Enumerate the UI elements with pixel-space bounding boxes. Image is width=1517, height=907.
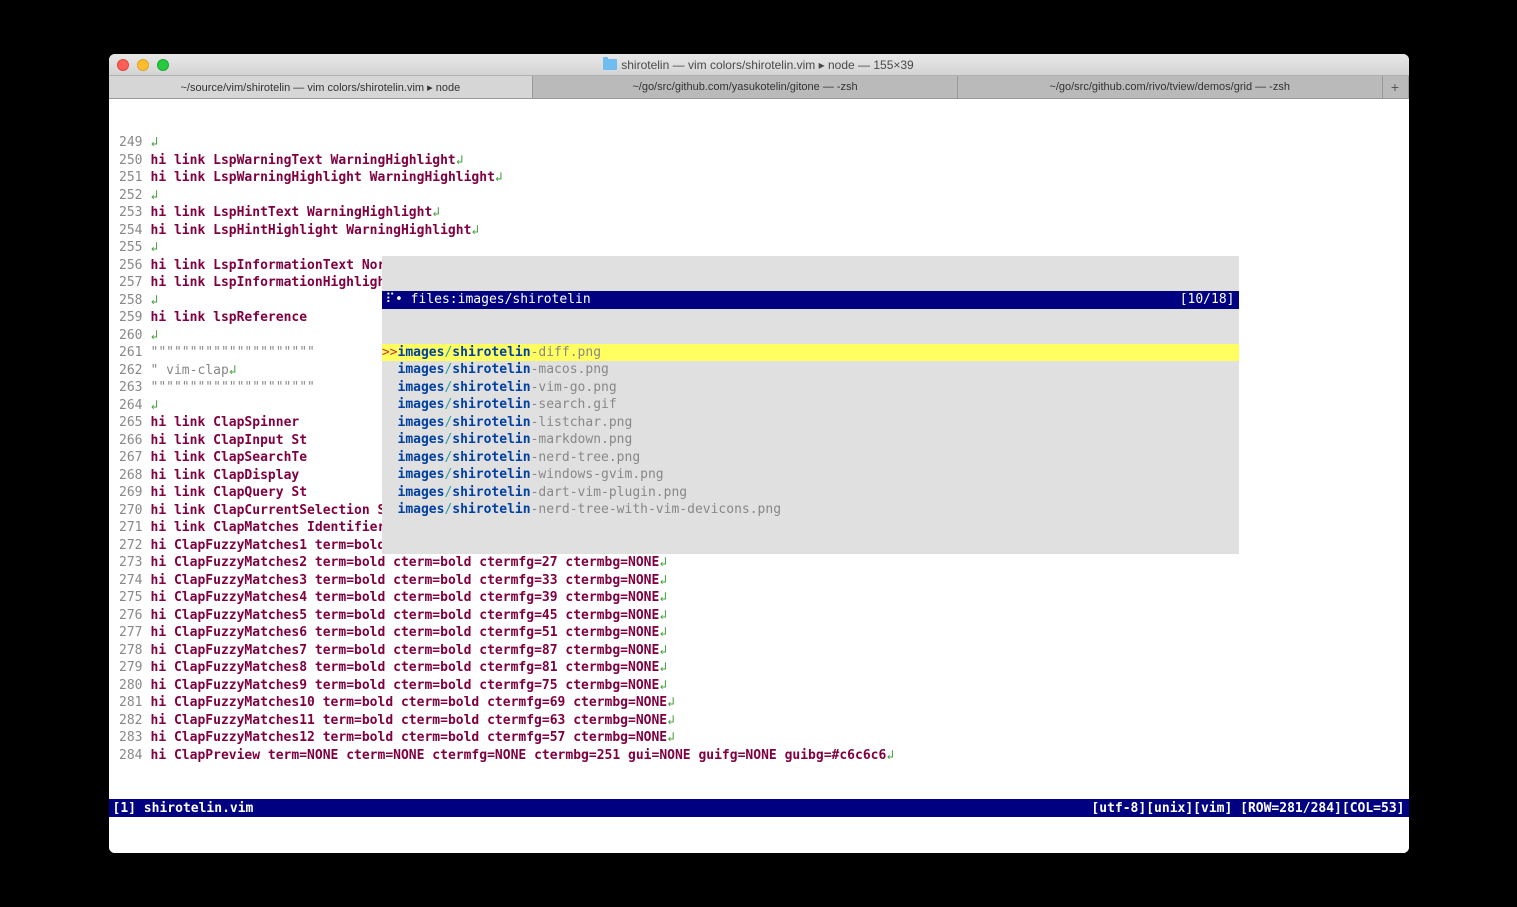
popup-item[interactable]: images/shirotelin-nerd-tree-with-vim-dev… [382, 501, 1239, 519]
code-line: 279hi ClapFuzzyMatches8 term=bold cterm=… [109, 659, 1409, 677]
popup-item[interactable]: images/shirotelin-markdown.png [382, 431, 1239, 449]
code-line: 281hi ClapFuzzyMatches10 term=bold cterm… [109, 694, 1409, 712]
popup-prompt: ⠏• files:images/shirotelin [386, 291, 1180, 309]
status-bar: [1] shirotelin.vim [utf-8][unix][vim] [R… [109, 799, 1409, 817]
code-line: 274hi ClapFuzzyMatches3 term=bold cterm=… [109, 572, 1409, 590]
popup-item[interactable]: images/shirotelin-listchar.png [382, 414, 1239, 432]
popup-item[interactable]: images/shirotelin-search.gif [382, 396, 1239, 414]
code-line: 249↲ [109, 134, 1409, 152]
code-line: 250hi link LspWarningText WarningHighlig… [109, 152, 1409, 170]
code-line: 284hi ClapPreview term=NONE cterm=NONE c… [109, 747, 1409, 765]
popup-item[interactable]: images/shirotelin-nerd-tree.png [382, 449, 1239, 467]
popup-item[interactable]: images/shirotelin-vim-go.png [382, 379, 1239, 397]
window-title-text: shirotelin — vim colors/shirotelin.vim ▸… [621, 58, 913, 72]
popup-item[interactable]: images/shirotelin-macos.png [382, 361, 1239, 379]
code-line: 275hi ClapFuzzyMatches4 term=bold cterm=… [109, 589, 1409, 607]
popup-header: ⠏• files:images/shirotelin [10/18] [382, 291, 1239, 309]
code-line: 253hi link LspHintText WarningHighlight↲ [109, 204, 1409, 222]
tab-bar: ~/source/vim/shirotelin — vim colors/shi… [109, 76, 1409, 99]
status-position: [utf-8][unix][vim] [ROW=281/284][COL=53] [1091, 801, 1404, 816]
code-line: 273hi ClapFuzzyMatches2 term=bold cterm=… [109, 554, 1409, 572]
fuzzy-finder-popup[interactable]: ⠏• files:images/shirotelin [10/18] >>ima… [382, 256, 1239, 554]
code-line: 254hi link LspHintHighlight WarningHighl… [109, 222, 1409, 240]
code-line: 280hi ClapFuzzyMatches9 term=bold cterm=… [109, 677, 1409, 695]
window-title: shirotelin — vim colors/shirotelin.vim ▸… [109, 58, 1409, 72]
popup-item[interactable]: images/shirotelin-windows-gvim.png [382, 466, 1239, 484]
code-line: 276hi ClapFuzzyMatches5 term=bold cterm=… [109, 607, 1409, 625]
popup-list[interactable]: >>images/shirotelin-diff.pngimages/shiro… [382, 344, 1239, 519]
popup-item[interactable]: images/shirotelin-dart-vim-plugin.png [382, 484, 1239, 502]
editor-area[interactable]: 249↲250hi link LspWarningText WarningHig… [109, 99, 1409, 799]
tab[interactable]: ~/source/vim/shirotelin — vim colors/shi… [109, 76, 534, 98]
popup-count: [10/18] [1180, 291, 1235, 309]
terminal-window: shirotelin — vim colors/shirotelin.vim ▸… [109, 54, 1409, 853]
code-line: 255↲ [109, 239, 1409, 257]
folder-icon [603, 59, 617, 70]
terminal-padding [109, 817, 1409, 853]
popup-item[interactable]: >>images/shirotelin-diff.png [382, 344, 1239, 362]
status-filename: [1] shirotelin.vim [113, 801, 1092, 816]
new-tab-button[interactable]: + [1383, 76, 1409, 98]
titlebar[interactable]: shirotelin — vim colors/shirotelin.vim ▸… [109, 54, 1409, 76]
code-line: 251hi link LspWarningHighlight WarningHi… [109, 169, 1409, 187]
tab[interactable]: ~/go/src/github.com/rivo/tview/demos/gri… [958, 76, 1383, 98]
tab[interactable]: ~/go/src/github.com/yasukotelin/gitone —… [533, 76, 958, 98]
code-line: 282hi ClapFuzzyMatches11 term=bold cterm… [109, 712, 1409, 730]
code-line: 277hi ClapFuzzyMatches6 term=bold cterm=… [109, 624, 1409, 642]
code-line: 283hi ClapFuzzyMatches12 term=bold cterm… [109, 729, 1409, 747]
code-line: 252↲ [109, 187, 1409, 205]
code-line: 278hi ClapFuzzyMatches7 term=bold cterm=… [109, 642, 1409, 660]
